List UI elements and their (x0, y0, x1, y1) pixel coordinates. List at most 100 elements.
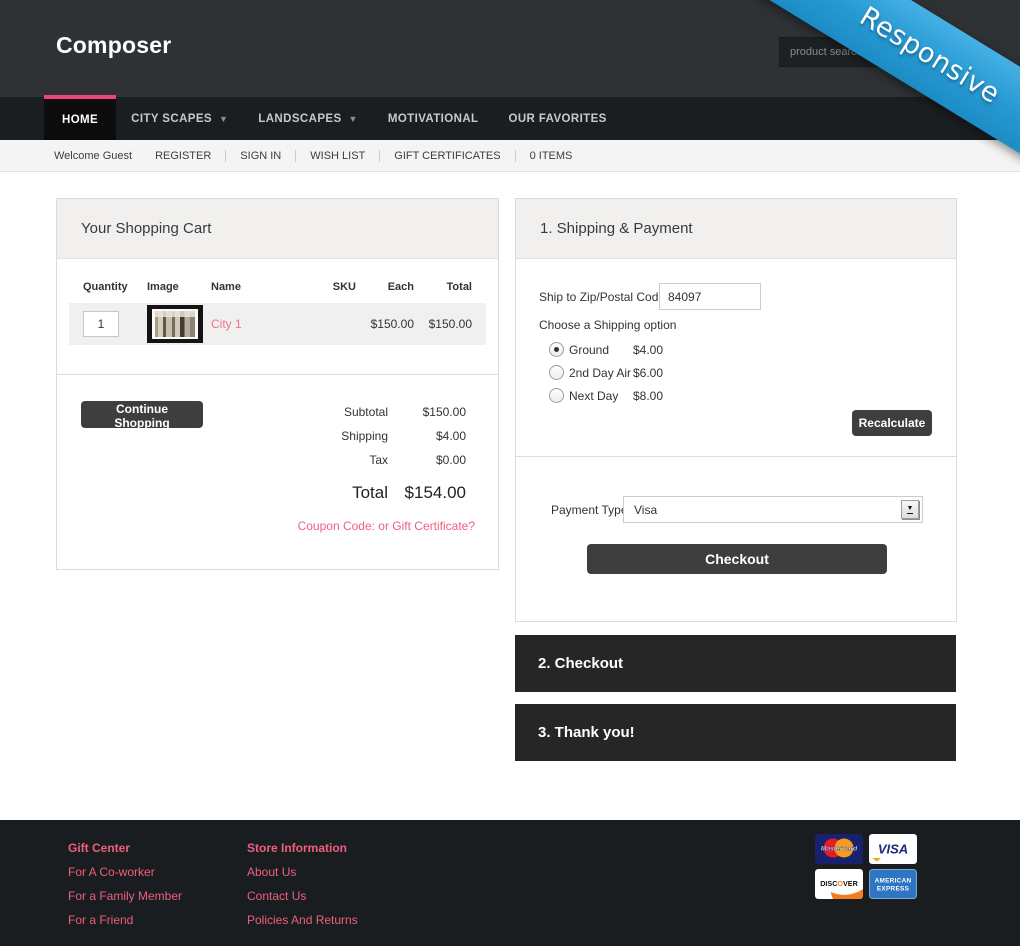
page: Composer HOME CITY SCAPES ▼ LANDSCAPES ▼… (0, 0, 1020, 946)
column-sku: SKU (296, 281, 356, 293)
mastercard-icon: MasterCard (815, 834, 863, 864)
shipping-option-label: Choose a Shipping option (539, 318, 676, 332)
nav-item-city-scapes[interactable]: CITY SCAPES ▼ (116, 97, 243, 140)
shipping-row: Shipping $4.00 (341, 424, 466, 448)
checkout-button[interactable]: Checkout (587, 544, 887, 574)
footer-gift-center-column: Gift Center For A Co-worker For a Family… (68, 836, 182, 932)
site-logo[interactable]: Composer (56, 32, 171, 59)
shipping-option-2nd-day-air[interactable]: 2nd Day Air $6.00 (549, 361, 663, 384)
cell-total: $150.00 (414, 317, 472, 331)
cart-row: City 1 $150.00 $150.00 (69, 303, 486, 345)
footer-heading-store-information[interactable]: Store Information (247, 836, 358, 860)
column-total: Total (414, 281, 472, 293)
shipping-value: $4.00 (388, 424, 466, 448)
quantity-input[interactable] (83, 311, 119, 337)
register-link[interactable]: REGISTER (141, 150, 225, 162)
svg-text:DISCOVER: DISCOVER (820, 879, 858, 888)
total-value: $154.00 (388, 478, 466, 508)
option-label: Ground (569, 343, 633, 357)
radio-ground[interactable] (549, 342, 564, 357)
cart-panel-header: Your Shopping Cart (57, 199, 498, 259)
payment-type-select[interactable]: Visa ▼ (623, 496, 923, 523)
coupon-gift-certificate-link[interactable]: Coupon Code: or Gift Certificate? (298, 519, 475, 533)
shopping-cart-panel: Your Shopping Cart Quantity Image Name S… (56, 198, 499, 570)
continue-shopping-button[interactable]: Continue Shopping (81, 401, 203, 428)
step-label: 2. Checkout (538, 655, 623, 672)
svg-text:VISA: VISA (878, 842, 908, 857)
cart-totals: Subtotal $150.00 Shipping $4.00 Tax $0.0… (341, 400, 466, 508)
option-price: $4.00 (633, 343, 663, 357)
footer-link-about-us[interactable]: About Us (247, 860, 358, 884)
site-footer: Gift Center For A Co-worker For a Family… (0, 820, 1020, 946)
svg-text:MasterCard: MasterCard (821, 846, 858, 853)
nav-label: CITY SCAPES (131, 113, 212, 125)
visa-icon: VISA (869, 834, 917, 864)
step-thank-you-bar: 3. Thank you! (515, 704, 956, 761)
svg-text:AMERICAN: AMERICAN (875, 878, 912, 885)
cell-each: $150.00 (356, 317, 414, 331)
option-price: $8.00 (633, 389, 663, 403)
column-name: Name (211, 281, 296, 293)
utility-bar: Welcome Guest REGISTER SIGN IN WISH LIST… (0, 140, 1020, 172)
nav-item-landscapes[interactable]: LANDSCAPES ▼ (243, 97, 373, 140)
radio-next-day[interactable] (549, 388, 564, 403)
step-label: 3. Thank you! (538, 724, 635, 741)
shipping-panel-header: 1. Shipping & Payment (516, 199, 956, 259)
footer-link-coworker[interactable]: For A Co-worker (68, 860, 182, 884)
footer-link-policies-returns[interactable]: Policies And Returns (247, 908, 358, 932)
footer-link-family-member[interactable]: For a Family Member (68, 884, 182, 908)
radio-2nd-day-air[interactable] (549, 365, 564, 380)
tax-label: Tax (369, 448, 388, 472)
grand-total-row: Total $154.00 (341, 478, 466, 508)
footer-link-friend[interactable]: For a Friend (68, 908, 182, 932)
product-name-link[interactable]: City 1 (211, 317, 242, 331)
footer-store-info-column: Store Information About Us Contact Us Po… (247, 836, 358, 932)
column-each: Each (356, 281, 414, 293)
chevron-down-icon: ▼ (349, 114, 358, 124)
shipping-label: Shipping (341, 424, 388, 448)
zip-input[interactable] (659, 283, 761, 310)
payment-card-icons: MasterCard VISA DISCOVER (815, 834, 917, 899)
cart-divider (57, 374, 498, 375)
shipping-option-ground[interactable]: Ground $4.00 (549, 338, 663, 361)
subtotal-label: Subtotal (344, 400, 388, 424)
sign-in-link[interactable]: SIGN IN (225, 150, 295, 162)
tax-row: Tax $0.00 (341, 448, 466, 472)
step-checkout-bar: 2. Checkout (515, 635, 956, 692)
svg-text:EXPRESS: EXPRESS (877, 886, 910, 893)
shipping-option-next-day[interactable]: Next Day $8.00 (549, 384, 663, 407)
option-label: Next Day (569, 389, 633, 403)
tax-value: $0.00 (388, 448, 466, 472)
shipping-title: 1. Shipping & Payment (540, 220, 693, 237)
total-label: Total (352, 478, 388, 508)
subtotal-row: Subtotal $150.00 (341, 400, 466, 424)
wish-list-link[interactable]: WISH LIST (295, 150, 379, 162)
nav-label: OUR FAVORITES (508, 113, 606, 125)
column-image: Image (147, 281, 211, 293)
chevron-down-icon: ▼ (219, 114, 228, 124)
footer-heading-gift-center[interactable]: Gift Center (68, 836, 182, 860)
cart-table-header: Quantity Image Name SKU Each Total (57, 281, 498, 293)
recalculate-button[interactable]: Recalculate (852, 410, 932, 436)
cart-items-link[interactable]: 0 ITEMS (515, 150, 587, 162)
nav-label: HOME (62, 114, 98, 126)
nav-item-motivational[interactable]: MOTIVATIONAL (373, 97, 494, 140)
footer-link-contact-us[interactable]: Contact Us (247, 884, 358, 908)
amex-icon: AMERICAN EXPRESS (869, 869, 917, 899)
column-quantity: Quantity (83, 281, 147, 293)
gift-certificates-link[interactable]: GIFT CERTIFICATES (379, 150, 514, 162)
nav-item-home[interactable]: HOME (44, 95, 116, 140)
cart-title: Your Shopping Cart (81, 220, 211, 237)
zip-label: Ship to Zip/Postal Code (539, 290, 665, 304)
payment-type-label: Payment Type (551, 503, 628, 517)
nav-label: LANDSCAPES (258, 113, 341, 125)
product-image[interactable] (147, 305, 203, 343)
payment-type-value: Visa (634, 503, 657, 517)
dropdown-arrow-icon[interactable]: ▼ (901, 500, 919, 519)
nav-item-our-favorites[interactable]: OUR FAVORITES (493, 97, 621, 140)
payment-divider (516, 456, 956, 457)
subtotal-value: $150.00 (388, 400, 466, 424)
nav-label: MOTIVATIONAL (388, 113, 479, 125)
main-nav: HOME CITY SCAPES ▼ LANDSCAPES ▼ MOTIVATI… (0, 97, 1020, 140)
discover-icon: DISCOVER (815, 869, 863, 899)
